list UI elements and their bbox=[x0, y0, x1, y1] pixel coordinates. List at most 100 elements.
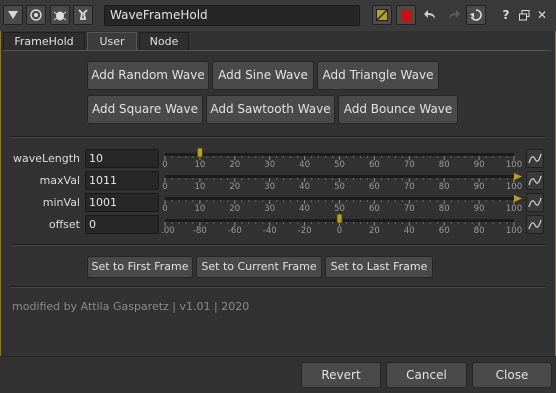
maxval-input[interactable]: 1011 bbox=[85, 171, 159, 190]
slider-tick-label: 60 bbox=[369, 160, 380, 168]
slider-tick-label: 50 bbox=[334, 204, 345, 212]
minval-slider[interactable]: 0 10 20 30 40 50 60 70 80 90 100 bbox=[162, 192, 524, 212]
slider-tick-label: 60 bbox=[439, 226, 450, 234]
float-button[interactable] bbox=[514, 5, 534, 25]
slider-tick-label: 50 bbox=[334, 182, 345, 190]
slider-tick-label: 90 bbox=[474, 182, 485, 190]
slider-tick-label: 10 bbox=[194, 182, 205, 190]
revert-knobs-button[interactable] bbox=[466, 5, 486, 25]
slider-tick-label: 0 bbox=[337, 226, 342, 234]
revert-icon bbox=[470, 9, 482, 21]
color-swatch-icon bbox=[376, 9, 388, 21]
node-name-field[interactable]: WaveFrameHold bbox=[104, 5, 360, 26]
slider-tick-label: 30 bbox=[264, 182, 275, 190]
help-icon: ? bbox=[502, 8, 510, 22]
knob-label: offset bbox=[48, 218, 80, 231]
divider bbox=[11, 286, 545, 288]
minval-input[interactable]: 1001 bbox=[85, 193, 159, 212]
divider bbox=[11, 136, 545, 138]
knob-label: waveLength bbox=[13, 152, 80, 165]
slider-overflow-arrow bbox=[514, 195, 522, 202]
animation-button[interactable] bbox=[526, 215, 544, 234]
set-first-frame-button[interactable]: Set to First Frame bbox=[87, 256, 193, 278]
animation-button[interactable] bbox=[526, 171, 544, 190]
offset-input[interactable]: 0 bbox=[85, 215, 159, 234]
add-random-wave-button[interactable]: Add Random Wave bbox=[87, 61, 209, 90]
slider-tick-label: 20 bbox=[229, 160, 240, 168]
slider-tick-label: 30 bbox=[264, 204, 275, 212]
color-swatch-button[interactable] bbox=[372, 5, 392, 25]
slider-tick-label: 90 bbox=[474, 160, 485, 168]
disable-button[interactable] bbox=[396, 5, 416, 25]
slider-tick-label: 60 bbox=[369, 204, 380, 212]
tab-framehold[interactable]: FrameHold bbox=[3, 32, 85, 51]
slider-handle bbox=[336, 214, 343, 224]
knob-label: maxVal bbox=[39, 174, 80, 187]
slider-track bbox=[165, 175, 514, 178]
slider-tick-label: 80 bbox=[439, 182, 450, 190]
animation-button[interactable] bbox=[526, 149, 544, 168]
slider-tick-label: -80 bbox=[193, 226, 207, 234]
slider-tick-label: 0 bbox=[162, 182, 167, 190]
slider-tick-label: 20 bbox=[229, 204, 240, 212]
wrench-button[interactable] bbox=[73, 5, 93, 25]
slider-tick-label: 50 bbox=[334, 160, 345, 168]
cancel-button[interactable]: Cancel bbox=[386, 362, 467, 388]
bug-icon bbox=[53, 11, 67, 21]
undo-button[interactable] bbox=[420, 5, 440, 25]
set-last-frame-button[interactable]: Set to Last Frame bbox=[325, 256, 433, 278]
slider-tick-label: -100 bbox=[162, 226, 175, 234]
slider-tick-label: 40 bbox=[299, 182, 310, 190]
slider-tick-label: 60 bbox=[369, 182, 380, 190]
maxval-slider[interactable]: 0 10 20 30 40 50 60 70 80 90 100 bbox=[162, 170, 524, 190]
add-bounce-wave-button[interactable]: Add Bounce Wave bbox=[338, 95, 458, 124]
bug-button[interactable] bbox=[50, 5, 70, 25]
collapse-button[interactable] bbox=[3, 5, 23, 25]
slider-tick-label: 10 bbox=[194, 204, 205, 212]
slider-tick-label: 20 bbox=[369, 226, 380, 234]
curve-icon bbox=[528, 153, 542, 164]
slider-tick-label: 70 bbox=[404, 160, 415, 168]
wavelength-input[interactable]: 10 bbox=[85, 149, 159, 168]
close-icon: ✕ bbox=[536, 8, 548, 22]
slider-tick-label: 100 bbox=[506, 226, 522, 234]
slider-tick-label: 10 bbox=[194, 160, 205, 168]
set-current-frame-button[interactable]: Set to Current Frame bbox=[196, 256, 322, 278]
slider-tick-label: 100 bbox=[506, 204, 522, 212]
slider-tick-label: 80 bbox=[439, 204, 450, 212]
wavelength-slider[interactable]: 0 10 20 30 40 50 60 70 80 90 100 bbox=[162, 148, 524, 168]
slider-tick-label: 70 bbox=[404, 204, 415, 212]
add-triangle-wave-button[interactable]: Add Triangle Wave bbox=[317, 61, 439, 90]
help-button[interactable]: ? bbox=[496, 5, 516, 25]
tab-user[interactable]: User bbox=[87, 32, 137, 51]
slider-tick-label: 40 bbox=[404, 226, 415, 234]
add-sine-wave-button[interactable]: Add Sine Wave bbox=[212, 61, 314, 90]
slider-tick-label: 100 bbox=[506, 160, 522, 168]
slider-track bbox=[165, 153, 514, 156]
slider-tick-label: 90 bbox=[474, 204, 485, 212]
slider-tick-label: 40 bbox=[299, 160, 310, 168]
circle-node-icon bbox=[30, 9, 42, 21]
slider-tick-label: -20 bbox=[298, 226, 312, 234]
triangle-down-icon bbox=[8, 11, 18, 19]
node-button[interactable] bbox=[26, 5, 46, 25]
slider-tick-label: 20 bbox=[229, 182, 240, 190]
offset-slider[interactable]: -100 -80 -60 -40 -20 0 20 40 60 80 100 bbox=[162, 214, 524, 234]
add-square-wave-button[interactable]: Add Square Wave bbox=[87, 95, 203, 124]
slider-overflow-arrow bbox=[514, 173, 522, 180]
slider-tick-label: 0 bbox=[162, 204, 167, 212]
divider bbox=[11, 244, 545, 246]
close-button[interactable]: Close bbox=[472, 362, 552, 388]
add-sawtooth-wave-button[interactable]: Add Sawtooth Wave bbox=[206, 95, 335, 124]
animation-button[interactable] bbox=[526, 193, 544, 212]
slider-tick-label: 80 bbox=[474, 226, 485, 234]
tab-node[interactable]: Node bbox=[139, 32, 189, 51]
close-panel-button[interactable]: ✕ bbox=[532, 5, 552, 25]
slider-tick-label: 40 bbox=[299, 204, 310, 212]
revert-button[interactable]: Revert bbox=[301, 362, 381, 388]
slider-tick-label: 30 bbox=[264, 160, 275, 168]
wrench-icon bbox=[78, 9, 88, 20]
redo-button[interactable] bbox=[444, 5, 464, 25]
slider-tick-label: 100 bbox=[506, 182, 522, 190]
redo-icon bbox=[449, 10, 460, 19]
